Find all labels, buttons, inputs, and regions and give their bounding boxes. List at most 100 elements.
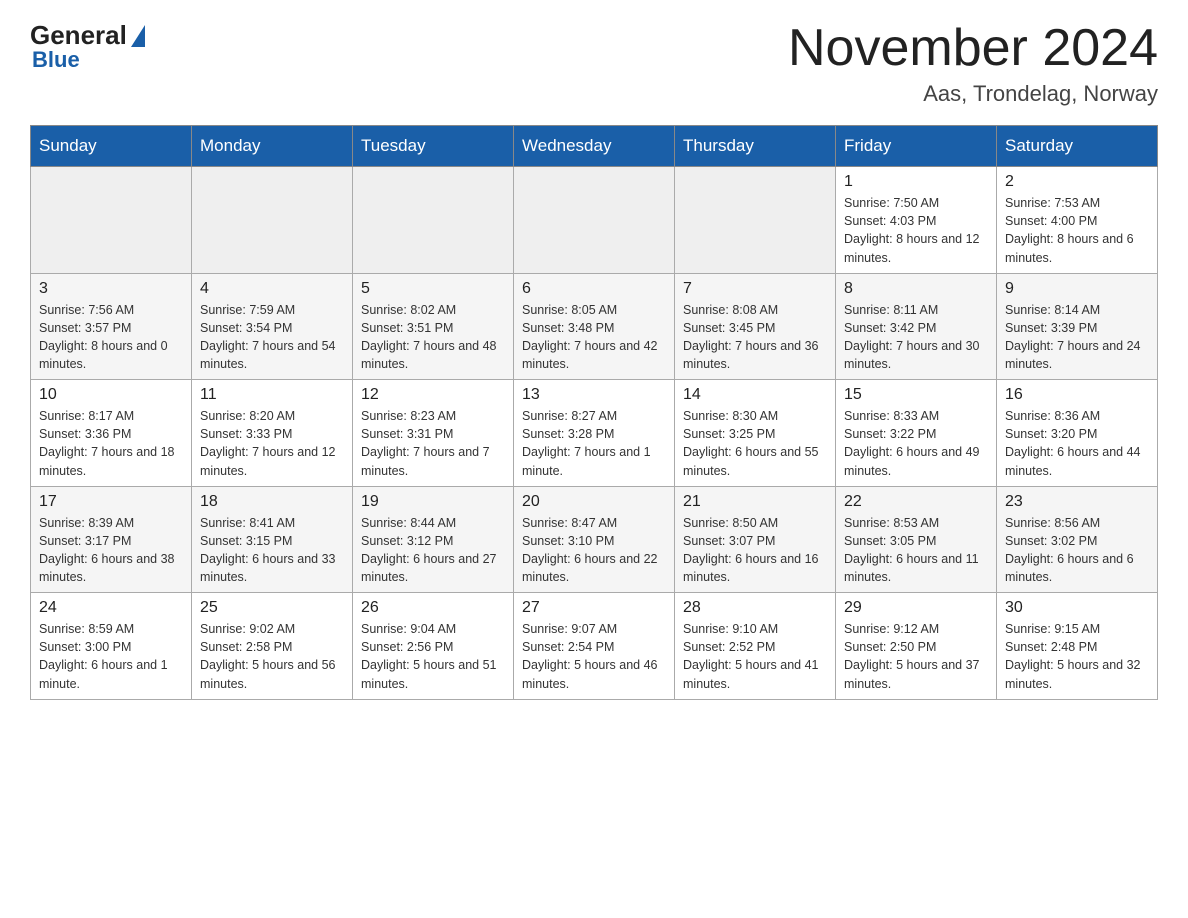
day-info: Sunrise: 8:14 AMSunset: 3:39 PMDaylight:… — [1005, 301, 1149, 374]
table-row: 3 Sunrise: 7:56 AMSunset: 3:57 PMDaylight… — [31, 273, 192, 380]
day-info: Sunrise: 9:07 AMSunset: 2:54 PMDaylight:… — [522, 620, 666, 693]
table-row: 8Sunrise: 8:11 AMSunset: 3:42 PMDaylight… — [836, 273, 997, 380]
table-row: 15 Sunrise: 8:33 AMSunset: 3:22 PMDayligh… — [836, 380, 997, 487]
day-number: 22 — [844, 493, 988, 511]
day-info: Sunrise: 8:41 AMSunset: 3:15 PMDaylight:… — [200, 514, 344, 587]
col-wednesday: Wednesday — [514, 126, 675, 167]
day-number: 5 — [361, 280, 505, 298]
table-row: 14Sunrise: 8:30 AMSunset: 3:25 PMDayligh… — [675, 380, 836, 487]
calendar-row: 24 Sunrise: 8:59 AMSunset: 3:00 PMDayligh… — [31, 593, 1158, 700]
table-row: 1 Sunrise: 7:50 AMSunset: 4:03 PMDaylight… — [836, 167, 997, 274]
day-number: 23 — [1005, 493, 1149, 511]
day-info: Sunrise: 8:50 AMSunset: 3:07 PMDaylight:… — [683, 514, 827, 587]
day-info: Sunrise: 8:47 AMSunset: 3:10 PMDaylight:… — [522, 514, 666, 587]
table-row: 7 Sunrise: 8:08 AMSunset: 3:45 PMDaylight… — [675, 273, 836, 380]
day-number: 26 — [361, 599, 505, 617]
table-row: 27 Sunrise: 9:07 AMSunset: 2:54 PMDayligh… — [514, 593, 675, 700]
day-info: Sunrise: 8:27 AMSunset: 3:28 PMDaylight:… — [522, 407, 666, 480]
day-number: 11 — [200, 386, 344, 404]
day-info: Sunrise: 8:20 AMSunset: 3:33 PMDaylight:… — [200, 407, 344, 480]
day-number: 8 — [844, 280, 988, 298]
day-info: Sunrise: 9:04 AMSunset: 2:56 PMDaylight:… — [361, 620, 505, 693]
table-row: 9 Sunrise: 8:14 AMSunset: 3:39 PMDaylight… — [997, 273, 1158, 380]
calendar-title: November 2024 — [788, 20, 1158, 77]
table-row: 20 Sunrise: 8:47 AMSunset: 3:10 PMDayligh… — [514, 486, 675, 593]
day-info: Sunrise: 8:08 AMSunset: 3:45 PMDaylight:… — [683, 301, 827, 374]
day-info: Sunrise: 7:53 AMSunset: 4:00 PMDaylight:… — [1005, 194, 1149, 267]
day-info: Sunrise: 9:15 AMSunset: 2:48 PMDaylight:… — [1005, 620, 1149, 693]
col-monday: Monday — [192, 126, 353, 167]
day-number: 13 — [522, 386, 666, 404]
table-row: 2 Sunrise: 7:53 AMSunset: 4:00 PMDaylight… — [997, 167, 1158, 274]
day-number: 2 — [1005, 173, 1149, 191]
day-number: 30 — [1005, 599, 1149, 617]
table-row: 13 Sunrise: 8:27 AMSunset: 3:28 PMDayligh… — [514, 380, 675, 487]
day-info: Sunrise: 9:10 AMSunset: 2:52 PMDaylight:… — [683, 620, 827, 693]
day-info: Sunrise: 8:17 AMSunset: 3:36 PMDaylight:… — [39, 407, 183, 480]
calendar-row: 3 Sunrise: 7:56 AMSunset: 3:57 PMDaylight… — [31, 273, 1158, 380]
day-number: 29 — [844, 599, 988, 617]
day-info: Sunrise: 8:39 AMSunset: 3:17 PMDaylight:… — [39, 514, 183, 587]
day-number: 3 — [39, 280, 183, 298]
day-info: Sunrise: 7:50 AMSunset: 4:03 PMDaylight:… — [844, 194, 988, 267]
table-row: 11 Sunrise: 8:20 AMSunset: 3:33 PMDayligh… — [192, 380, 353, 487]
table-row — [514, 167, 675, 274]
day-info: Sunrise: 8:33 AMSunset: 3:22 PMDaylight:… — [844, 407, 988, 480]
table-row — [675, 167, 836, 274]
day-number: 12 — [361, 386, 505, 404]
logo-triangle-icon — [131, 25, 145, 47]
table-row: 19 Sunrise: 8:44 AMSunset: 3:12 PMDayligh… — [353, 486, 514, 593]
day-number: 6 — [522, 280, 666, 298]
day-number: 28 — [683, 599, 827, 617]
day-number: 1 — [844, 173, 988, 191]
day-number: 16 — [1005, 386, 1149, 404]
day-number: 7 — [683, 280, 827, 298]
calendar-row: 10 Sunrise: 8:17 AMSunset: 3:36 PMDayligh… — [31, 380, 1158, 487]
day-number: 25 — [200, 599, 344, 617]
day-number: 15 — [844, 386, 988, 404]
day-info: Sunrise: 9:02 AMSunset: 2:58 PMDaylight:… — [200, 620, 344, 693]
day-info: Sunrise: 8:53 AMSunset: 3:05 PMDaylight:… — [844, 514, 988, 587]
table-row: 5 Sunrise: 8:02 AMSunset: 3:51 PMDaylight… — [353, 273, 514, 380]
day-info: Sunrise: 8:05 AMSunset: 3:48 PMDaylight:… — [522, 301, 666, 374]
day-info: Sunrise: 7:56 AMSunset: 3:57 PMDaylight:… — [39, 301, 183, 374]
day-number: 4 — [200, 280, 344, 298]
day-number: 9 — [1005, 280, 1149, 298]
col-friday: Friday — [836, 126, 997, 167]
day-info: Sunrise: 8:30 AMSunset: 3:25 PMDaylight:… — [683, 407, 827, 480]
day-number: 24 — [39, 599, 183, 617]
header-row: Sunday Monday Tuesday Wednesday Thursday… — [31, 126, 1158, 167]
day-number: 19 — [361, 493, 505, 511]
calendar-row: 1 Sunrise: 7:50 AMSunset: 4:03 PMDaylight… — [31, 167, 1158, 274]
table-row: 28 Sunrise: 9:10 AMSunset: 2:52 PMDayligh… — [675, 593, 836, 700]
table-row — [353, 167, 514, 274]
table-row: 26 Sunrise: 9:04 AMSunset: 2:56 PMDayligh… — [353, 593, 514, 700]
day-number: 20 — [522, 493, 666, 511]
table-row: 12 Sunrise: 8:23 AMSunset: 3:31 PMDayligh… — [353, 380, 514, 487]
calendar-table: Sunday Monday Tuesday Wednesday Thursday… — [30, 125, 1158, 700]
table-row: 29Sunrise: 9:12 AMSunset: 2:50 PMDayligh… — [836, 593, 997, 700]
col-saturday: Saturday — [997, 126, 1158, 167]
day-info: Sunrise: 8:23 AMSunset: 3:31 PMDaylight:… — [361, 407, 505, 480]
col-thursday: Thursday — [675, 126, 836, 167]
table-row: 10 Sunrise: 8:17 AMSunset: 3:36 PMDayligh… — [31, 380, 192, 487]
day-info: Sunrise: 8:44 AMSunset: 3:12 PMDaylight:… — [361, 514, 505, 587]
table-row: 23 Sunrise: 8:56 AMSunset: 3:02 PMDayligh… — [997, 486, 1158, 593]
day-number: 10 — [39, 386, 183, 404]
logo-blue-text: Blue — [32, 47, 80, 73]
day-info: Sunrise: 8:36 AMSunset: 3:20 PMDaylight:… — [1005, 407, 1149, 480]
day-number: 21 — [683, 493, 827, 511]
day-info: Sunrise: 8:56 AMSunset: 3:02 PMDaylight:… — [1005, 514, 1149, 587]
day-info: Sunrise: 8:02 AMSunset: 3:51 PMDaylight:… — [361, 301, 505, 374]
day-number: 18 — [200, 493, 344, 511]
table-row: 17 Sunrise: 8:39 AMSunset: 3:17 PMDayligh… — [31, 486, 192, 593]
table-row: 30 Sunrise: 9:15 AMSunset: 2:48 PMDayligh… — [997, 593, 1158, 700]
table-row: 22 Sunrise: 8:53 AMSunset: 3:05 PMDayligh… — [836, 486, 997, 593]
calendar-subtitle: Aas, Trondelag, Norway — [788, 81, 1158, 107]
day-number: 17 — [39, 493, 183, 511]
table-row: 4 Sunrise: 7:59 AMSunset: 3:54 PMDaylight… — [192, 273, 353, 380]
col-sunday: Sunday — [31, 126, 192, 167]
day-info: Sunrise: 8:59 AMSunset: 3:00 PMDaylight:… — [39, 620, 183, 693]
day-number: 27 — [522, 599, 666, 617]
day-info: Sunrise: 7:59 AMSunset: 3:54 PMDaylight:… — [200, 301, 344, 374]
